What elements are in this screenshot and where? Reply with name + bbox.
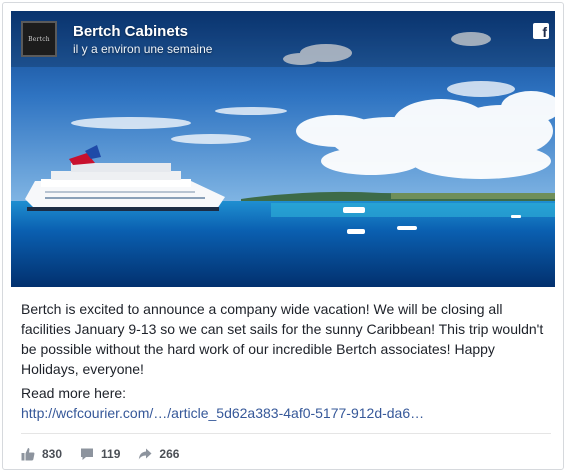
comment-count[interactable]: 119 bbox=[80, 447, 120, 461]
page-name[interactable]: Bertch Cabinets bbox=[73, 23, 188, 40]
article-link[interactable]: http://wcfcourier.com/…/article_5d62a383… bbox=[21, 403, 424, 423]
share-count-value: 266 bbox=[159, 447, 180, 461]
like-count-value: 830 bbox=[42, 447, 63, 461]
post-timestamp[interactable]: il y a environ une semaine bbox=[73, 42, 212, 56]
share-count[interactable]: 266 bbox=[138, 447, 179, 461]
avatar-logo-text: Bertch bbox=[28, 35, 50, 43]
read-more-label: Read more here: bbox=[21, 385, 127, 401]
page-avatar[interactable]: Bertch bbox=[21, 21, 57, 57]
comment-icon bbox=[81, 448, 94, 460]
post-stats-bar: 830 119 266 bbox=[21, 443, 197, 465]
stats-divider bbox=[21, 433, 551, 434]
facebook-icon[interactable]: f bbox=[533, 23, 549, 39]
like-count[interactable]: 830 bbox=[21, 447, 62, 461]
post-message: Bertch is excited to announce a company … bbox=[21, 301, 544, 377]
comment-count-value: 119 bbox=[101, 447, 121, 461]
social-post-card: Bertch Bertch Cabinets il y a environ un… bbox=[2, 2, 564, 470]
share-arrow-icon bbox=[139, 448, 152, 460]
thumbs-up-icon bbox=[21, 448, 35, 461]
post-body-text: Bertch is excited to announce a company … bbox=[21, 299, 551, 379]
